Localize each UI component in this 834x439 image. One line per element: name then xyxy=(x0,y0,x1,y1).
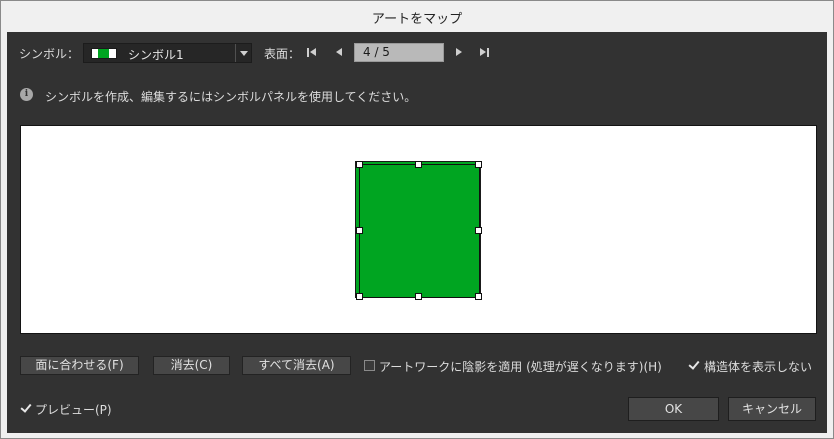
resize-handle[interactable] xyxy=(356,227,363,234)
info-icon: i xyxy=(20,88,33,101)
resize-handle[interactable] xyxy=(475,227,482,234)
symbol-label: シンボル： xyxy=(19,47,80,61)
resize-handle[interactable] xyxy=(475,161,482,168)
clear-button[interactable]: 消去(C) xyxy=(153,356,230,375)
surface-page-field[interactable]: 4 / 5 xyxy=(354,43,444,62)
shade-artwork-label[interactable]: アートワークに陰影を適用 (処理が遅くなります)(H) xyxy=(379,358,662,375)
clear-all-button[interactable]: すべて消去(A) xyxy=(242,356,351,375)
resize-handle[interactable] xyxy=(356,161,363,168)
invisible-geometry-checkbox[interactable] xyxy=(688,359,699,370)
resize-handle[interactable] xyxy=(475,293,482,300)
symbol-swatch-icon xyxy=(91,48,117,59)
surface-preview-canvas[interactable] xyxy=(20,125,817,334)
resize-handle[interactable] xyxy=(356,293,363,300)
symbol-dropdown-value: シンボル1 xyxy=(128,48,184,62)
info-message: シンボルを作成、編集するにはシンボルパネルを使用してください。 xyxy=(45,90,417,104)
dialog-body: シンボル： シンボル1 表面： 4 / 5 i シンボルを作成、編集するにはシン… xyxy=(7,32,827,433)
selection-bounding-box xyxy=(359,164,480,298)
resize-handle[interactable] xyxy=(415,293,422,300)
ok-button[interactable]: OK xyxy=(628,397,719,421)
preview-label[interactable]: プレビュー(P) xyxy=(35,401,112,418)
last-surface-icon[interactable] xyxy=(479,47,491,59)
fit-to-face-button[interactable]: 面に合わせる(F) xyxy=(20,356,139,375)
next-surface-icon[interactable] xyxy=(453,47,465,59)
surface-label: 表面： xyxy=(264,47,301,61)
first-surface-icon[interactable] xyxy=(306,47,318,59)
previous-surface-icon[interactable] xyxy=(333,47,345,59)
shade-artwork-checkbox[interactable] xyxy=(364,360,375,371)
preview-checkbox[interactable] xyxy=(20,402,31,413)
chevron-down-icon[interactable] xyxy=(235,44,251,62)
title-bar[interactable]: アートをマップ xyxy=(1,1,833,32)
window-title: アートをマップ xyxy=(371,12,463,27)
cancel-button[interactable]: キャンセル xyxy=(728,397,816,421)
map-art-dialog: アートをマップ シンボル： シンボル1 表面： 4 / 5 i シンボルを作成、… xyxy=(0,0,834,439)
symbol-dropdown[interactable]: シンボル1 xyxy=(83,43,252,63)
resize-handle[interactable] xyxy=(415,161,422,168)
invisible-geometry-label[interactable]: 構造体を表示しない xyxy=(704,358,812,375)
